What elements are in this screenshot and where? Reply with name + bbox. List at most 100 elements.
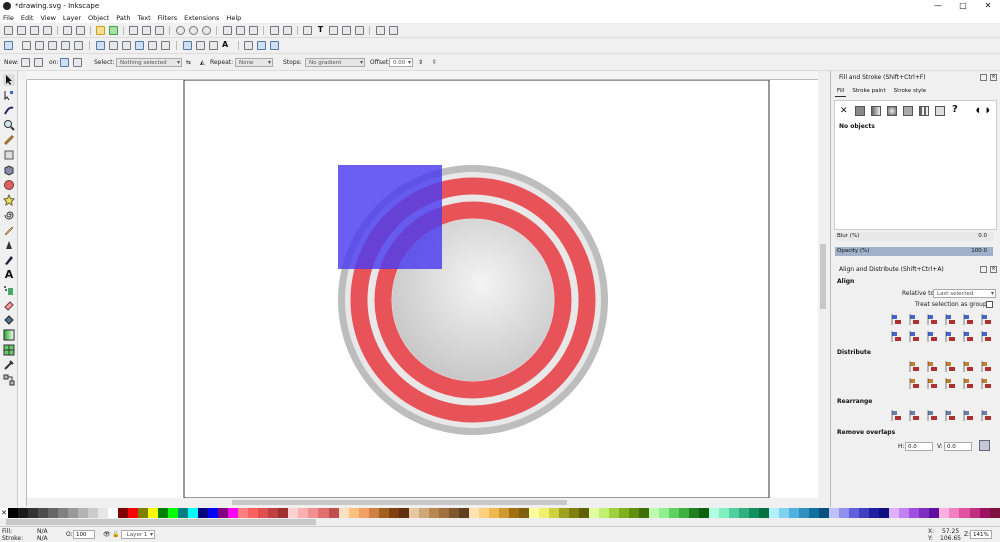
menu-file[interactable]: File bbox=[3, 14, 14, 22]
palette-swatch[interactable] bbox=[618, 508, 629, 518]
maximize-button[interactable]: □ bbox=[953, 0, 973, 12]
palette-swatch[interactable] bbox=[128, 508, 139, 518]
blue-square[interactable] bbox=[338, 165, 442, 269]
remove-overlaps-button[interactable] bbox=[979, 440, 990, 451]
minimize-button[interactable]: — bbox=[928, 0, 948, 12]
palette-swatch[interactable] bbox=[398, 508, 409, 518]
palette-swatch[interactable] bbox=[518, 508, 529, 518]
preferences-icon[interactable] bbox=[389, 26, 398, 35]
relative-to-combo[interactable]: Last selected bbox=[933, 289, 996, 298]
palette-swatch[interactable] bbox=[979, 508, 990, 518]
snap-line-midpoints-icon[interactable] bbox=[161, 41, 170, 50]
paint-bucket-tool-icon[interactable] bbox=[3, 314, 15, 326]
snap-bbox-corner-icon[interactable] bbox=[48, 41, 57, 50]
menu-object[interactable]: Object bbox=[88, 14, 109, 22]
fill-rule-nonzero-icon[interactable]: ◗ bbox=[986, 106, 990, 114]
v-gap-input[interactable]: 0.0 bbox=[944, 442, 972, 451]
rearrange-graph-icon[interactable] bbox=[891, 410, 902, 421]
snap-bbox-center-icon[interactable] bbox=[74, 41, 83, 50]
palette-swatch[interactable] bbox=[588, 508, 599, 518]
measure-tool-icon[interactable] bbox=[3, 134, 15, 146]
palette-swatch[interactable] bbox=[578, 508, 589, 518]
palette-swatch[interactable] bbox=[598, 508, 609, 518]
menu-edit[interactable]: Edit bbox=[21, 14, 34, 22]
redo-icon[interactable] bbox=[109, 26, 118, 35]
palette-swatch[interactable] bbox=[468, 508, 479, 518]
menu-extensions[interactable]: Extensions bbox=[184, 14, 219, 22]
snap-intersections-icon[interactable] bbox=[122, 41, 131, 50]
palette-swatch[interactable] bbox=[188, 508, 199, 518]
fill-indicator-value[interactable]: N/A bbox=[37, 528, 48, 535]
palette-swatch[interactable] bbox=[318, 508, 329, 518]
palette-swatch[interactable] bbox=[8, 508, 19, 518]
palette-swatch[interactable] bbox=[458, 508, 469, 518]
save-icon[interactable] bbox=[30, 26, 39, 35]
close-button[interactable]: ✕ bbox=[978, 0, 998, 12]
snap-cusp-nodes-icon[interactable] bbox=[135, 41, 144, 50]
rearrange-exchange-clockwise-icon[interactable] bbox=[945, 410, 956, 421]
unset-paint-icon[interactable]: ? bbox=[952, 104, 958, 115]
distribute-right-edges-icon[interactable] bbox=[945, 361, 956, 372]
cut-icon[interactable] bbox=[142, 26, 151, 35]
palette-swatch[interactable] bbox=[358, 508, 369, 518]
palette-swatch[interactable] bbox=[679, 508, 690, 518]
close-panel-icon[interactable]: × bbox=[990, 74, 997, 81]
ungroup-icon[interactable] bbox=[283, 26, 292, 35]
palette-swatch[interactable] bbox=[78, 508, 89, 518]
palette-swatch[interactable] bbox=[388, 508, 399, 518]
palette-swatch[interactable] bbox=[258, 508, 269, 518]
distribute-bottom-edges-icon[interactable] bbox=[945, 378, 956, 389]
reverse-gradient-icon[interactable]: ⇆ bbox=[186, 59, 191, 66]
distribute-baseline-icon[interactable] bbox=[981, 361, 992, 372]
pattern-paint-icon[interactable] bbox=[919, 106, 929, 116]
zoom-tool-icon[interactable] bbox=[3, 119, 15, 131]
palette-swatch[interactable] bbox=[989, 508, 1000, 518]
palette-swatch[interactable] bbox=[638, 508, 649, 518]
paste-icon[interactable] bbox=[155, 26, 164, 35]
color-palette[interactable]: ✕ bbox=[0, 508, 1000, 518]
no-paint-icon[interactable]: ✕ bbox=[840, 106, 848, 116]
undo-icon[interactable] bbox=[96, 26, 105, 35]
rectangle-tool-icon[interactable] bbox=[3, 149, 15, 161]
menu-path[interactable]: Path bbox=[116, 14, 130, 22]
palette-swatch[interactable] bbox=[759, 508, 770, 518]
flat-color-icon[interactable] bbox=[855, 106, 865, 116]
palette-swatch[interactable] bbox=[488, 508, 499, 518]
snap-smooth-nodes-icon[interactable] bbox=[148, 41, 157, 50]
palette-swatch[interactable] bbox=[628, 508, 639, 518]
palette-swatch[interactable] bbox=[48, 508, 59, 518]
horizontal-scrollbar[interactable] bbox=[27, 498, 818, 507]
align-top-edges-icon[interactable] bbox=[909, 331, 920, 342]
align-top-to-bottom-anchor-icon[interactable] bbox=[963, 331, 974, 342]
stroke-indicator-value[interactable]: N/A bbox=[37, 535, 48, 542]
radial-gradient-paint-icon[interactable] bbox=[887, 106, 897, 116]
palette-swatch[interactable] bbox=[228, 508, 239, 518]
palette-swatch[interactable] bbox=[18, 508, 29, 518]
node-tool-icon[interactable] bbox=[3, 89, 15, 101]
palette-swatch[interactable] bbox=[869, 508, 880, 518]
palette-swatch[interactable] bbox=[959, 508, 970, 518]
palette-swatch[interactable] bbox=[699, 508, 710, 518]
snap-rotation-center-icon[interactable] bbox=[209, 41, 218, 50]
copy-icon[interactable] bbox=[129, 26, 138, 35]
offset-input[interactable]: 0.00 bbox=[389, 58, 413, 67]
align-center-vertical-icon[interactable] bbox=[927, 314, 938, 325]
zoom-input[interactable]: 141% bbox=[970, 530, 992, 539]
ellipse-tool-icon[interactable] bbox=[3, 179, 15, 191]
blur-slider[interactable]: Blur (%) 0.0 bbox=[835, 232, 993, 241]
palette-swatch[interactable] bbox=[538, 508, 549, 518]
snap-bbox-icon[interactable] bbox=[22, 41, 31, 50]
palette-swatch[interactable] bbox=[769, 508, 780, 518]
palette-swatch[interactable] bbox=[158, 508, 169, 518]
repeat-combo[interactable]: None bbox=[235, 58, 273, 67]
palette-swatch[interactable] bbox=[448, 508, 459, 518]
star-tool-icon[interactable] bbox=[2, 193, 16, 207]
palette-swatch[interactable] bbox=[859, 508, 870, 518]
drawing-canvas[interactable] bbox=[27, 80, 818, 498]
add-stop-icon[interactable]: ⇕ bbox=[418, 59, 423, 66]
text-tool-icon[interactable]: A bbox=[3, 269, 15, 281]
palette-swatch[interactable] bbox=[408, 508, 419, 518]
palette-swatch[interactable] bbox=[919, 508, 930, 518]
palette-swatch[interactable] bbox=[138, 508, 149, 518]
zoom-drawing-icon[interactable] bbox=[189, 26, 198, 35]
